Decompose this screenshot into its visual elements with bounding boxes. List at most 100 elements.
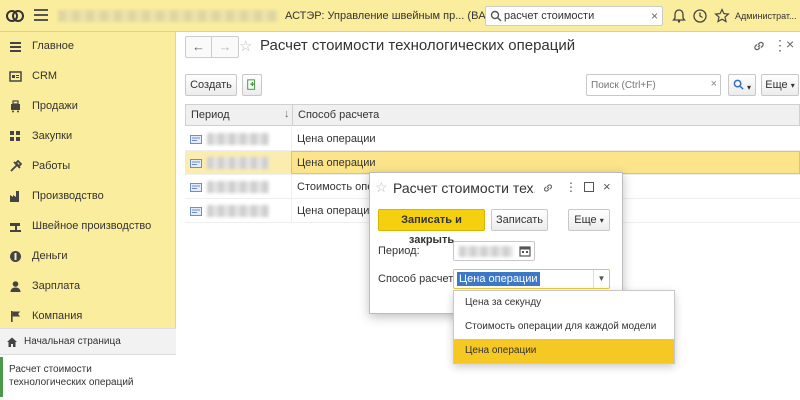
app-title: АСТЭР: Управление швейным пр... (BAF) (285, 10, 497, 22)
flag-icon (11, 311, 21, 322)
close-icon[interactable]: × (786, 36, 794, 52)
blurred-period (207, 205, 269, 217)
sewing-machine-icon (10, 223, 21, 232)
sidebar-item-money[interactable]: Деньги (0, 242, 176, 272)
find-button[interactable]: ▾ (728, 74, 756, 96)
sort-down-icon[interactable]: ↓ (284, 108, 290, 120)
copy-doc-icon (247, 79, 256, 90)
maximize-icon[interactable] (584, 182, 594, 192)
clear-search-icon[interactable]: × (711, 78, 717, 90)
sidebar-item-sales[interactable]: Продажи (0, 92, 176, 122)
home-icon (7, 337, 17, 347)
sidebar-item-crm[interactable]: CRM (0, 62, 176, 92)
coin-icon (10, 251, 21, 262)
close-icon[interactable]: × (603, 179, 611, 194)
main-menu-icon[interactable] (34, 9, 48, 21)
sidebar-item-label: Деньги (32, 250, 68, 262)
blurred-period (207, 157, 269, 169)
more-actions-button[interactable]: Еще ▾ (761, 74, 799, 96)
dropdown-option[interactable]: Цена за секунду (454, 291, 674, 315)
record-icon (190, 183, 202, 192)
1c-logo-icon[interactable] (6, 8, 24, 24)
bell-icon[interactable] (671, 8, 687, 24)
link-icon[interactable] (542, 182, 554, 194)
more-vertical-icon[interactable]: ⋮ (773, 37, 787, 54)
sidebar-item-main[interactable]: Главное (0, 32, 176, 62)
clear-search-icon[interactable]: × (651, 9, 658, 23)
record-icon (190, 135, 202, 144)
column-header-period[interactable]: Период (191, 109, 230, 121)
factory-icon (10, 191, 19, 202)
list-search-box[interactable]: × (586, 74, 721, 96)
sidebar-item-label: Закупки (32, 130, 73, 142)
favorites-star-icon[interactable] (714, 8, 730, 24)
sidebar-item-label: Работы (32, 160, 71, 172)
copy-button[interactable] (242, 74, 262, 96)
user-name[interactable]: Администрат... (735, 11, 797, 21)
sidebar-item-sewing-production[interactable]: Швейное производство (0, 212, 176, 242)
chevron-down-icon: ▾ (747, 83, 752, 92)
open-page-label: Расчет стоимости технологических операци… (9, 364, 134, 388)
period-field[interactable] (453, 241, 535, 261)
forward-arrow-icon[interactable]: → (212, 37, 238, 57)
column-divider (291, 175, 292, 199)
search-icon (490, 10, 502, 22)
save-and-close-button[interactable]: Записать и закрыть (378, 209, 485, 246)
sidebar-item-purchases[interactable]: Закупки (0, 122, 176, 152)
blurred-database-name (58, 10, 278, 22)
home-page-tab[interactable]: Начальная страница (0, 329, 176, 355)
more-actions-button[interactable]: Еще ▾ (568, 209, 610, 231)
column-divider (291, 199, 292, 223)
method-cell: Цена операции (297, 133, 376, 145)
history-nav: ← → (185, 36, 239, 58)
sidebar-item-label: CRM (32, 70, 58, 82)
chevron-down-icon: ▾ (790, 81, 795, 90)
sidebar-item-label: Компания (32, 310, 83, 322)
save-button[interactable]: Записать (491, 209, 548, 231)
open-page-tab[interactable]: Расчет стоимости технологических операци… (0, 357, 176, 397)
dialog-title: Расчет стоимости тех... (393, 180, 535, 196)
period-label: Период: (378, 245, 420, 257)
calendar-icon[interactable] (519, 245, 531, 257)
favorite-star-icon[interactable]: ☆ (375, 179, 388, 196)
open-windows-panel: Начальная страница Расчет стоимости техн… (0, 328, 176, 400)
sidebar-item-label: Главное (32, 40, 75, 52)
column-divider (292, 105, 293, 125)
method-cell: Цена операции (297, 205, 376, 217)
menu-lines-icon (10, 42, 21, 52)
sidebar: Главное CRM Продажи Закупки Работы Произ… (0, 32, 176, 400)
method-select[interactable]: Цена операции ▼ (453, 269, 610, 289)
list-search-input[interactable] (591, 78, 701, 92)
cart-icon (11, 100, 20, 113)
sidebar-item-salary[interactable]: Зарплата (0, 272, 176, 302)
title-bar: АСТЭР: Управление швейным пр... (BAF) × … (0, 0, 800, 32)
link-icon[interactable] (752, 39, 766, 53)
column-header-method[interactable]: Способ расчета (298, 109, 379, 121)
chevron-down-icon[interactable]: ▼ (593, 270, 609, 288)
blurred-period (207, 181, 269, 193)
home-page-label: Начальная страница (24, 336, 121, 347)
global-search-box[interactable]: × (485, 6, 663, 26)
more-label: Еще (765, 79, 788, 91)
method-label: Способ расчета: (378, 273, 463, 285)
create-button[interactable]: Создать (185, 74, 237, 96)
sidebar-item-works[interactable]: Работы (0, 152, 176, 182)
tools-icon (10, 160, 22, 172)
dropdown-option[interactable]: Стоимость операции для каждой модели (454, 315, 674, 339)
record-icon (190, 207, 202, 216)
dropdown-option-active[interactable]: Цена операции (454, 339, 674, 363)
back-arrow-icon[interactable]: ← (186, 37, 212, 57)
sidebar-item-label: Швейное производство (32, 220, 152, 232)
global-search-input[interactable] (504, 9, 644, 23)
more-label: Еще (574, 214, 597, 226)
blurred-period (207, 133, 269, 145)
method-select-value: Цена операции (457, 272, 540, 286)
record-icon (190, 159, 202, 168)
table-header: Период ↓ Способ расчета (185, 104, 800, 126)
favorite-star-icon[interactable]: ☆ (239, 37, 252, 55)
history-icon[interactable] (692, 8, 708, 24)
more-vertical-icon[interactable]: ⋮ (565, 180, 577, 194)
sidebar-item-label: Зарплата (32, 280, 81, 292)
table-row[interactable]: Цена операции (185, 127, 800, 151)
sidebar-item-production[interactable]: Производство (0, 182, 176, 212)
